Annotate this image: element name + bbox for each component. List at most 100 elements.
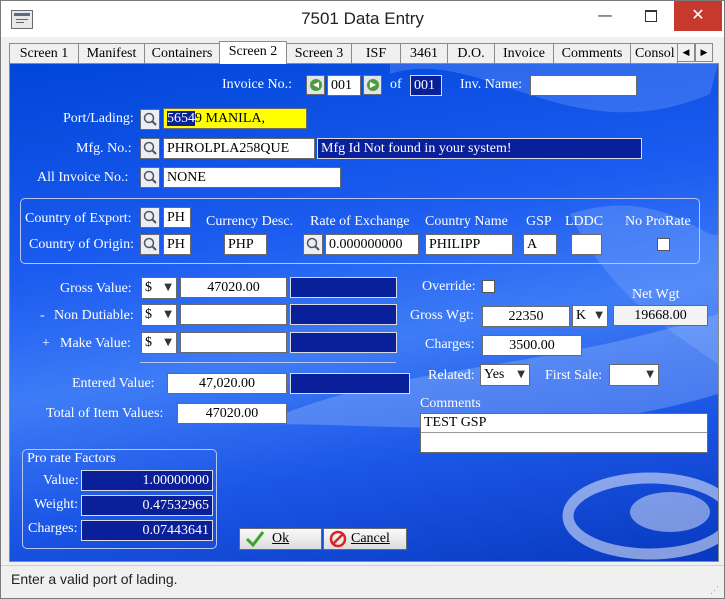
gross-value-currency-select[interactable]: $ ▼ — [141, 277, 177, 299]
entered-value-field[interactable]: 47,020.00 — [167, 373, 287, 394]
close-button[interactable]: ✕ — [674, 1, 722, 31]
port-code-rest: 9 — [195, 111, 202, 126]
magnifier-icon — [143, 141, 157, 155]
related-value: Yes — [484, 367, 505, 382]
magnifier-icon — [143, 170, 157, 184]
tab-containers[interactable]: Containers — [144, 43, 220, 63]
port-lading-label: Port/Lading: — [63, 111, 134, 126]
tab-scroll-left-button[interactable]: ◀ — [677, 43, 695, 62]
make-value-currency-select[interactable]: $ ▼ — [141, 332, 177, 354]
weight-unit-select[interactable]: K ▼ — [572, 305, 608, 327]
mfg-lookup-button[interactable] — [140, 138, 160, 159]
magnifier-icon — [143, 112, 157, 126]
minimize-button[interactable]: — — [583, 1, 627, 31]
no-prorate-checkbox[interactable] — [657, 238, 670, 251]
maximize-button[interactable] — [629, 1, 673, 31]
invoice-next-button[interactable]: ▶ — [363, 75, 382, 95]
gsp-field[interactable]: A — [523, 234, 557, 255]
cancel-button-label: Cancel — [351, 531, 390, 546]
cancel-button[interactable]: Cancel — [323, 528, 407, 550]
tab-3461[interactable]: 3461 — [400, 43, 448, 63]
tab-manifest[interactable]: Manifest — [78, 43, 145, 63]
tab-scroll-right-button[interactable]: ▶ — [695, 43, 713, 62]
override-checkbox[interactable] — [482, 280, 495, 293]
chevron-down-icon: ▼ — [164, 337, 172, 348]
magnifier-icon — [143, 237, 157, 251]
exchange-rate-field[interactable]: 0.000000000 — [325, 234, 419, 255]
prorate-value-label: Value: — [43, 473, 79, 488]
inv-name-label: Inv. Name: — [460, 77, 523, 92]
country-export-lookup-button[interactable] — [140, 207, 160, 228]
all-invoice-field[interactable]: NONE — [163, 167, 341, 188]
port-lookup-button[interactable] — [140, 109, 160, 130]
all-invoice-lookup-button[interactable] — [140, 167, 160, 188]
values-divider — [140, 362, 396, 363]
ok-button-label: Ok — [272, 531, 290, 546]
non-dutiable-extra-field — [290, 304, 397, 325]
make-value-field[interactable] — [180, 332, 287, 353]
exchange-rate-label: Rate of Exchange — [310, 214, 410, 229]
weight-unit-value: K — [576, 308, 587, 323]
tab-consol[interactable]: Consol — [630, 43, 678, 63]
tab-isf[interactable]: ISF — [351, 43, 401, 63]
invoice-prev-button[interactable]: ◀ — [306, 75, 325, 95]
first-sale-select[interactable]: ▼ — [609, 364, 659, 386]
country-origin-lookup-button[interactable] — [140, 234, 160, 255]
port-code-selection: 5654 — [167, 111, 195, 126]
gross-currency-value: $ — [145, 280, 152, 295]
charges-field[interactable]: 3500.00 — [482, 335, 582, 356]
country-origin-field[interactable]: PH — [163, 234, 191, 255]
tab-screen-1[interactable]: Screen 1 — [9, 43, 79, 63]
status-bar: Enter a valid port of lading. ⋰ — [1, 565, 724, 598]
port-lading-field[interactable]: 56549 MANILA, — [163, 108, 307, 129]
prorate-weight-field: 0.47532965 — [81, 495, 213, 516]
currency-label: Currency Desc. — [206, 214, 294, 229]
tab-comments[interactable]: Comments — [553, 43, 631, 63]
port-name: MANILA, — [202, 111, 266, 126]
all-invoice-label: All Invoice No.: — [37, 170, 129, 185]
mfg-no-field[interactable]: PHROLPLA258QUE — [163, 138, 315, 159]
mfg-message-field: Mfg Id Not found in your system! — [317, 138, 642, 159]
gross-value-label: Gross Value: — [60, 281, 132, 296]
country-export-field[interactable]: PH — [163, 207, 191, 228]
tab-invoice[interactable]: Invoice — [494, 43, 554, 63]
lddc-label: LDDC — [565, 214, 604, 229]
ok-button[interactable]: Ok — [239, 528, 322, 550]
country-name-label: Country Name — [425, 214, 508, 229]
no-prorate-label: No ProRate — [625, 214, 691, 229]
comments-box[interactable]: TEST GSP — [420, 413, 708, 453]
non-dutiable-currency-select[interactable]: $ ▼ — [141, 304, 177, 326]
make-value-prefix: + — [42, 336, 50, 351]
gross-value-field[interactable]: 47020.00 — [180, 277, 287, 298]
country-name-field[interactable]: PHILIPP — [425, 234, 513, 255]
non-dutiable-prefix: - — [40, 308, 45, 323]
tab-screen-2[interactable]: Screen 2 — [219, 41, 287, 64]
invoice-of-label: of — [390, 77, 402, 92]
comments-line-1[interactable]: TEST GSP — [424, 415, 486, 431]
lddc-field[interactable] — [571, 234, 602, 255]
charges-label: Charges: — [425, 337, 475, 352]
related-select[interactable]: Yes ▼ — [480, 364, 530, 386]
inv-name-field[interactable] — [530, 75, 637, 96]
non-dutiable-field[interactable] — [180, 304, 287, 325]
tab-do[interactable]: D.O. — [447, 43, 495, 63]
resize-grip-icon[interactable]: ⋰ — [710, 585, 720, 595]
title-bar: 7501 Data Entry — ✕ — [1, 1, 724, 37]
prorate-charges-field: 0.07443641 — [81, 520, 213, 541]
exchange-lookup-button[interactable] — [303, 234, 323, 255]
total-items-field[interactable]: 47020.00 — [177, 403, 287, 424]
prorate-value-field: 1.00000000 — [81, 470, 213, 491]
currency-field[interactable]: PHP — [224, 234, 267, 255]
comments-line-2[interactable] — [421, 432, 707, 452]
country-origin-label: Country of Origin: — [29, 237, 134, 252]
chevron-down-icon: ▼ — [646, 369, 654, 380]
first-sale-label: First Sale: — [545, 368, 603, 383]
net-wgt-field: 19668.00 — [613, 305, 708, 326]
prorate-title: Pro rate Factors — [27, 451, 116, 466]
magnifier-icon — [143, 210, 157, 224]
magnifier-icon — [306, 237, 320, 251]
invoice-number-field[interactable]: 001 — [327, 75, 361, 96]
gross-value-extra-field — [290, 277, 397, 298]
tab-screen-3[interactable]: Screen 3 — [286, 43, 352, 63]
gross-wgt-field[interactable]: 22350 — [482, 306, 570, 327]
